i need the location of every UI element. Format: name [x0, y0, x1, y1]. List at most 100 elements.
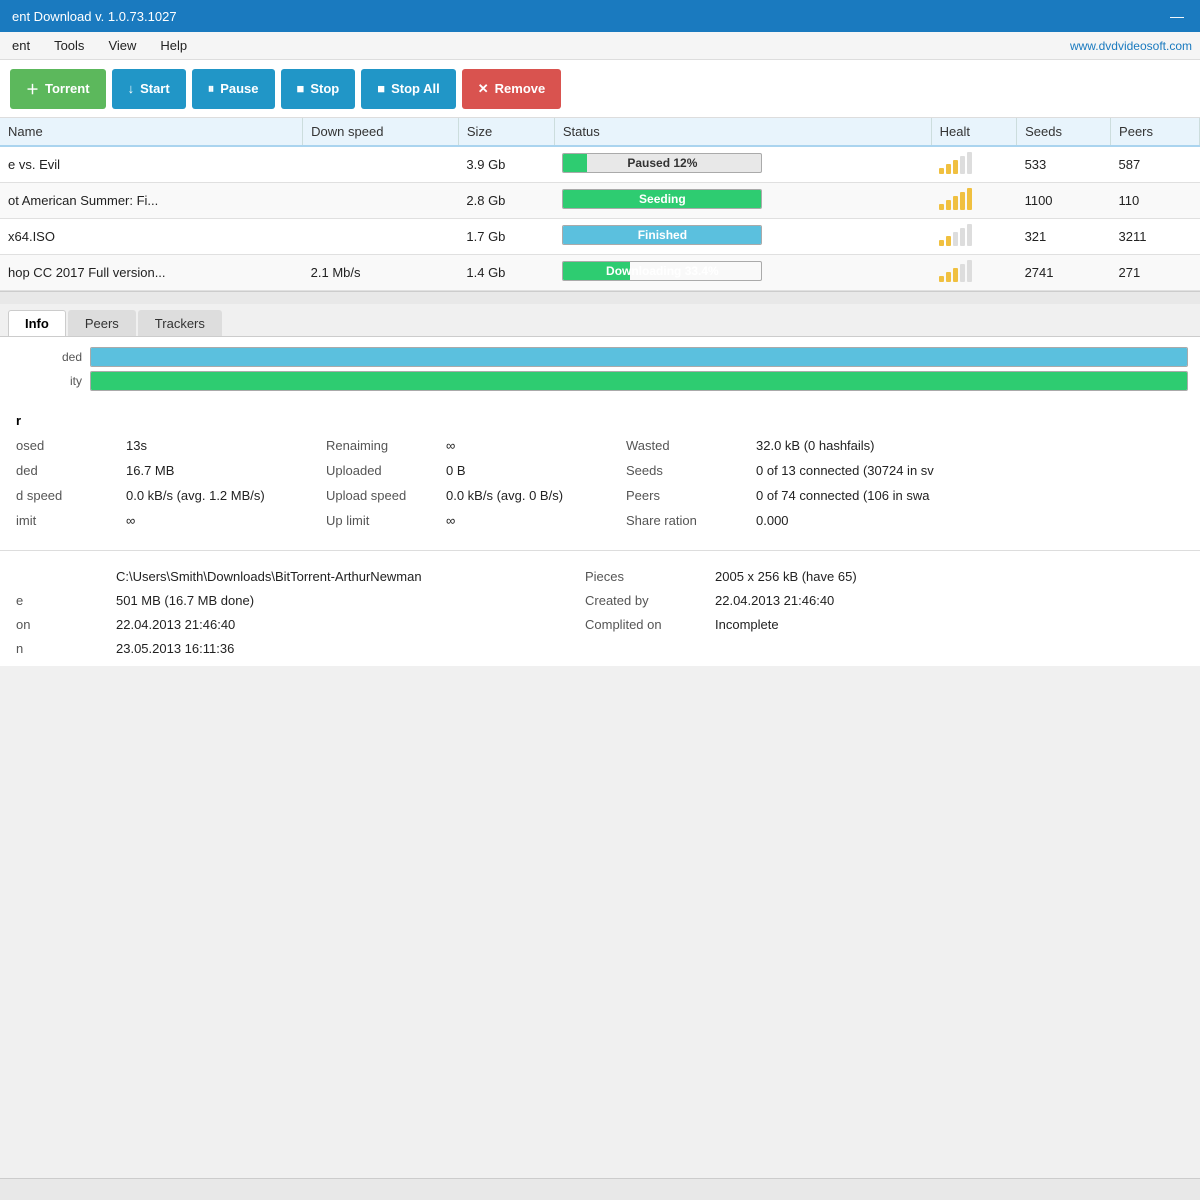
health-bars — [939, 192, 1008, 210]
progress-bar-downloaded — [90, 347, 1188, 367]
cell-seeds: 2741 — [1017, 255, 1111, 291]
cell-name: x64.ISO — [0, 219, 303, 255]
toolbar: ＋ Torrent ↓ Start ⏸ Pause ■ Stop ■ Stop … — [0, 60, 1200, 118]
label-uploaded: Uploaded — [326, 461, 446, 480]
table-row[interactable]: ot American Summer: Fi...2.8 GbSeeding11… — [0, 183, 1200, 219]
col-size: Size — [458, 118, 554, 146]
label-created-on: n — [16, 639, 116, 658]
menu-item-help[interactable]: Help — [156, 36, 191, 55]
value-seeds: 0 of 13 connected (30724 in sv — [756, 461, 1184, 480]
value-down-limit: ∞ — [126, 511, 326, 530]
stop-all-icon: ■ — [377, 81, 385, 96]
pause-button[interactable]: ⏸ Pause — [192, 69, 275, 109]
value-created-by: 22.04.2013 21:46:40 — [715, 591, 1184, 610]
stop-all-button[interactable]: ■ Stop All — [361, 69, 455, 109]
label-size: e — [16, 591, 116, 610]
stop-all-label: Stop All — [391, 81, 440, 96]
label-added-on: on — [16, 615, 116, 634]
status-bar-finished: Finished — [562, 225, 762, 245]
menu-bar: ent Tools View Help www.dvdvideosoft.com — [0, 32, 1200, 60]
label-elapsed: osed — [16, 436, 126, 455]
health-bar-segment — [960, 228, 965, 246]
health-bar-segment — [967, 188, 972, 210]
progress-bar-availability — [90, 371, 1188, 391]
cell-name: ot American Summer: Fi... — [0, 183, 303, 219]
cell-health — [931, 146, 1016, 183]
menu-item-tools[interactable]: Tools — [50, 36, 88, 55]
status-label: Finished — [563, 228, 761, 242]
start-button[interactable]: ↓ Start — [112, 69, 186, 109]
label-wasted: Wasted — [626, 436, 756, 455]
health-bar-segment — [946, 236, 951, 246]
app-status-bar — [0, 1178, 1200, 1200]
cell-down-speed — [303, 219, 459, 255]
health-bars — [939, 228, 1008, 246]
tab-bar: Info Peers Trackers — [0, 304, 1200, 337]
value-down-speed: 0.0 kB/s (avg. 1.2 MB/s) — [126, 486, 326, 505]
label-save-path-l — [16, 567, 116, 586]
start-label: Start — [140, 81, 170, 96]
minimize-button[interactable]: — — [1166, 8, 1188, 24]
pause-label: Pause — [220, 81, 258, 96]
cell-seeds: 1100 — [1017, 183, 1111, 219]
cell-size: 1.4 Gb — [458, 255, 554, 291]
table-row[interactable]: x64.ISO1.7 GbFinished3213211 — [0, 219, 1200, 255]
panel-spacer — [0, 292, 1200, 304]
health-bar-segment — [939, 168, 944, 174]
table-row[interactable]: e vs. Evil3.9 GbPaused 12%533587 — [0, 146, 1200, 183]
progress-fill-availability — [91, 372, 1187, 390]
tab-trackers[interactable]: Trackers — [138, 310, 222, 336]
progress-row-availability: ity — [12, 371, 1188, 391]
section-divider — [0, 550, 1200, 551]
value-save-path: C:\Users\Smith\Downloads\BitTorrent-Arth… — [116, 567, 585, 586]
torrent-table: Name Down speed Size Status Healt Seeds … — [0, 118, 1200, 291]
file-section: C:\Users\Smith\Downloads\BitTorrent-Arth… — [0, 559, 1200, 666]
menu-items: ent Tools View Help — [8, 36, 191, 55]
remove-button[interactable]: ✕ Remove — [462, 69, 561, 109]
menu-item-ent[interactable]: ent — [8, 36, 34, 55]
col-down-speed: Down speed — [303, 118, 459, 146]
torrent-label: Torrent — [45, 81, 90, 96]
progress-label-availability: ity — [12, 374, 82, 388]
tab-peers[interactable]: Peers — [68, 310, 136, 336]
cell-status: Paused 12% — [554, 146, 931, 183]
torrent-icon: ＋ — [26, 79, 39, 98]
cell-down-speed — [303, 183, 459, 219]
col-name: Name — [0, 118, 303, 146]
health-bars — [939, 156, 1008, 174]
cell-peers: 3211 — [1111, 219, 1200, 255]
remove-label: Remove — [495, 81, 546, 96]
label-up-limit: Up limit — [326, 511, 446, 530]
label-peers: Peers — [626, 486, 756, 505]
tab-info[interactable]: Info — [8, 310, 66, 336]
status-bar-downloading: Downloading 33.4% — [562, 261, 762, 281]
value-peers: 0 of 74 connected (106 in swa — [756, 486, 1184, 505]
label-created-by: Created by — [585, 591, 715, 610]
file-grid: C:\Users\Smith\Downloads\BitTorrent-Arth… — [16, 567, 1184, 658]
remove-icon: ✕ — [478, 81, 489, 97]
torrent-button[interactable]: ＋ Torrent — [10, 69, 106, 109]
status-label: Paused 12% — [563, 156, 761, 170]
info-title: r — [16, 413, 1184, 428]
label-pieces: Pieces — [585, 567, 715, 586]
col-seeds: Seeds — [1017, 118, 1111, 146]
cell-health — [931, 219, 1016, 255]
health-bar-segment — [960, 264, 965, 282]
cell-seeds: 533 — [1017, 146, 1111, 183]
stop-label: Stop — [310, 81, 339, 96]
cell-size: 2.8 Gb — [458, 183, 554, 219]
cell-health — [931, 255, 1016, 291]
torrent-table-wrapper: Name Down speed Size Status Healt Seeds … — [0, 118, 1200, 292]
menu-item-view[interactable]: View — [104, 36, 140, 55]
label-share-ratio: Share ration — [626, 511, 756, 530]
cell-size: 3.9 Gb — [458, 146, 554, 183]
value-created-on: 23.05.2013 16:11:36 — [116, 639, 585, 658]
website-link[interactable]: www.dvdvideosoft.com — [1070, 39, 1192, 53]
value-remaining: ∞ — [446, 436, 626, 455]
info-section: r osed 13s Renaiming ∞ Wasted 32.0 kB (0… — [0, 401, 1200, 542]
label-completed-on: Complited on — [585, 615, 715, 634]
stop-button[interactable]: ■ Stop — [281, 69, 356, 109]
table-row[interactable]: hop CC 2017 Full version...2.1 Mb/s1.4 G… — [0, 255, 1200, 291]
col-peers: Peers — [1111, 118, 1200, 146]
stop-icon: ■ — [297, 81, 305, 96]
